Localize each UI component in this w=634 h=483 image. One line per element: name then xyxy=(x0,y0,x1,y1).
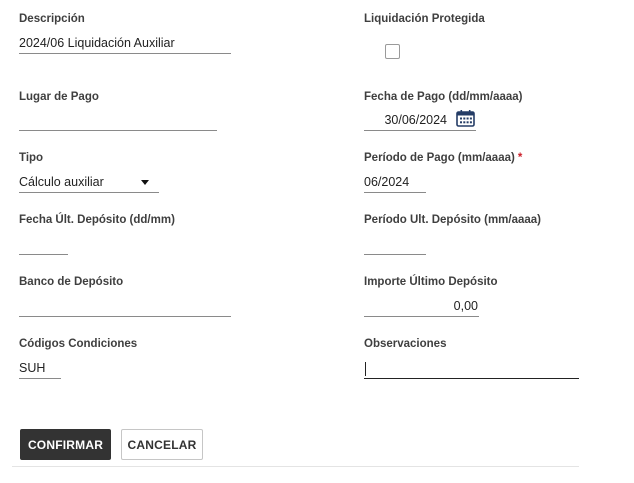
liquidacion-protegida-label: Liquidación Protegida xyxy=(364,13,485,25)
periodo-de-pago-input[interactable]: 06/2024 xyxy=(364,174,426,193)
fecha-de-pago-label: Fecha de Pago (dd/mm/aaaa) xyxy=(364,91,523,103)
fecha-ult-deposito-label: Fecha Últ. Depósito (dd/mm) xyxy=(19,214,175,226)
calendar-icon[interactable] xyxy=(456,110,475,127)
periodo-ult-deposito-input[interactable] xyxy=(364,236,426,255)
observaciones-label: Observaciones xyxy=(364,338,447,350)
codigos-condiciones-value: SUH xyxy=(19,361,46,375)
banco-de-deposito-input[interactable] xyxy=(19,298,231,317)
codigos-condiciones-label: Códigos Condiciones xyxy=(19,338,138,350)
liquidacion-protegida-checkbox[interactable] xyxy=(385,44,400,59)
confirmar-button[interactable]: CONFIRMAR xyxy=(20,429,111,460)
codigos-condiciones-input[interactable]: SUH xyxy=(19,360,61,379)
lugar-de-pago-label: Lugar de Pago xyxy=(19,91,99,103)
observaciones-input[interactable] xyxy=(364,360,579,379)
required-asterisk: * xyxy=(517,152,523,164)
periodo-de-pago-value: 06/2024 xyxy=(364,175,410,189)
periodo-ult-deposito-label: Período Ult. Depósito (mm/aaaa) xyxy=(364,214,542,226)
fecha-ult-deposito-input[interactable] xyxy=(19,236,68,255)
importe-ultimo-deposito-input[interactable]: 0,00 xyxy=(364,298,479,317)
lugar-de-pago-input[interactable] xyxy=(19,112,217,131)
importe-ultimo-deposito-value: 0,00 xyxy=(453,299,478,313)
fecha-de-pago-value: 30/06/2024 xyxy=(384,113,447,127)
banco-de-deposito-label: Banco de Depósito xyxy=(19,276,124,288)
importe-ultimo-deposito-label: Importe Último Depósito xyxy=(364,276,498,288)
dropdown-caret-icon[interactable] xyxy=(141,180,149,185)
periodo-de-pago-label-text: Período de Pago (mm/aaaa) xyxy=(364,152,515,164)
footer-divider xyxy=(12,466,579,467)
cancelar-button[interactable]: CANCELAR xyxy=(121,429,203,460)
descripcion-label: Descripción xyxy=(19,13,85,25)
descripcion-value: 2024/06 Liquidación Auxiliar xyxy=(19,36,175,50)
tipo-select[interactable]: Cálculo auxiliar xyxy=(19,174,159,193)
tipo-selected-value: Cálculo auxiliar xyxy=(19,175,104,189)
text-cursor xyxy=(365,362,366,376)
descripcion-input[interactable]: 2024/06 Liquidación Auxiliar xyxy=(19,35,231,54)
periodo-de-pago-label: Período de Pago (mm/aaaa) * xyxy=(364,152,522,164)
tipo-label: Tipo xyxy=(19,152,44,164)
